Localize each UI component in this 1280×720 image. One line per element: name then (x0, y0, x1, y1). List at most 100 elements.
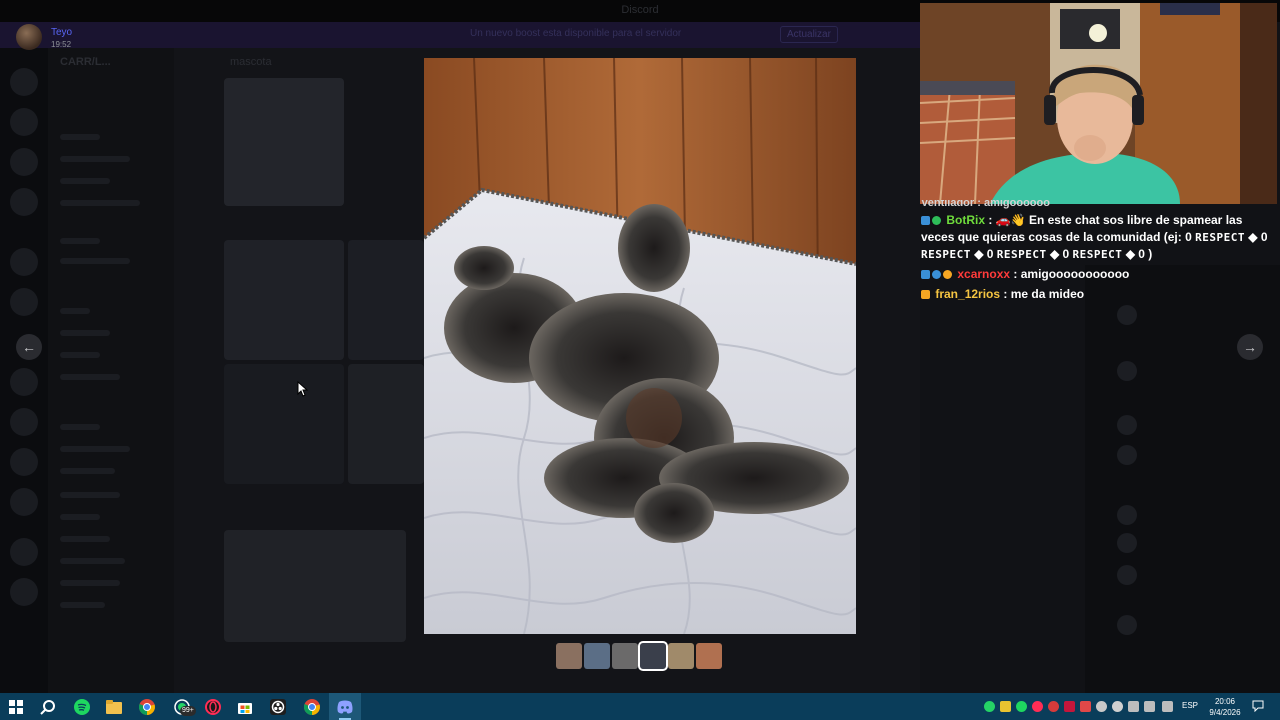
volume-tray-icon[interactable] (1144, 701, 1155, 712)
emote-icon: 🚗 (995, 213, 1011, 227)
member-avatar (1117, 415, 1137, 435)
settings-tray-icon[interactable] (1096, 701, 1107, 712)
store-app[interactable] (229, 693, 261, 720)
channel-item (60, 514, 100, 520)
avatar[interactable] (16, 24, 42, 50)
verified-badge-icon (932, 216, 941, 225)
channel-item (60, 492, 120, 498)
server-icon (10, 488, 38, 516)
network-tray-icon[interactable] (1128, 701, 1139, 712)
server-icon (10, 448, 38, 476)
member-avatar (1117, 533, 1137, 553)
input-language[interactable]: ESP (1182, 701, 1198, 710)
spotify-icon (74, 698, 90, 715)
chat-message: fran_12rios : me da mideo (921, 286, 1273, 303)
member-avatar (1117, 445, 1137, 465)
shield-tray-icon[interactable] (1000, 701, 1011, 712)
server-icon (10, 368, 38, 396)
app-tray-icon[interactable] (1064, 701, 1075, 712)
channel-item (60, 156, 130, 162)
clock[interactable]: 20:06 9/4/2026 (1206, 696, 1244, 718)
discord-app[interactable] (329, 693, 361, 720)
channel-item (60, 580, 120, 586)
member-avatar (1117, 305, 1137, 325)
spotify-tray-icon[interactable] (1016, 701, 1027, 712)
app-tray-icon[interactable] (1080, 701, 1091, 712)
thumbnail-1[interactable] (556, 643, 582, 669)
chrome-profile-app[interactable] (296, 693, 328, 720)
member-list (1085, 265, 1280, 693)
previous-image-button[interactable]: ← (16, 334, 42, 360)
respect-emote: RESPECT (1195, 231, 1245, 244)
thumbnail-4[interactable] (638, 641, 668, 671)
clock-time: 20:06 (1214, 697, 1236, 706)
server-rail (0, 48, 48, 693)
server-icon (10, 408, 38, 436)
steam-tray-icon[interactable] (1112, 701, 1123, 712)
spotify-app[interactable] (66, 693, 98, 720)
chat-message: BotRix : 🚗👋 En este chat sos libre de sp… (921, 213, 1268, 261)
viewed-image[interactable] (424, 58, 856, 634)
obs-app[interactable] (262, 693, 294, 720)
thumbnail-6[interactable] (696, 643, 722, 669)
whatsapp-tray-icon[interactable] (984, 701, 995, 712)
opera-tray-icon[interactable] (1032, 701, 1043, 712)
opera-gx-app[interactable] (197, 693, 229, 720)
channel-item (60, 536, 110, 542)
chat-username: BotRix (946, 213, 986, 227)
server-icon (10, 68, 38, 96)
channel-item (60, 178, 110, 184)
channel-item (60, 200, 140, 206)
boost-banner: Un nuevo boost esta disponible para el s… (0, 22, 920, 48)
attachment-image (348, 364, 424, 484)
attachment-image (348, 240, 424, 360)
next-image-button[interactable]: → (1237, 334, 1263, 360)
moderator-badge-icon (921, 270, 930, 279)
search-icon (40, 699, 55, 715)
channel-item (60, 308, 90, 314)
whatsapp-app[interactable]: 99+ (166, 693, 198, 720)
member-avatar (1117, 615, 1137, 635)
file-explorer-app[interactable] (98, 693, 130, 720)
mouse-cursor-icon (297, 381, 309, 397)
channel-item (60, 602, 105, 608)
channel-title: mascota (230, 56, 272, 68)
boost-banner-text: Un nuevo boost esta disponible para el s… (470, 28, 682, 39)
thumbnail-5[interactable] (668, 643, 694, 669)
server-icon (10, 188, 38, 216)
chrome-app[interactable] (131, 693, 163, 720)
member-avatar (1117, 361, 1137, 381)
boost-banner-button: Actualizar (780, 26, 838, 43)
pen-tray-icon[interactable] (1162, 701, 1173, 712)
channel-item (60, 134, 100, 140)
wave-emoji-icon: 👋 (1010, 213, 1026, 227)
chat-username: fran_12rios (935, 287, 1001, 301)
opera-gx-icon (205, 698, 221, 715)
windows-start-icon (9, 699, 23, 714)
thumbnail-3[interactable] (612, 643, 638, 669)
respect-emote: RESPECT (996, 248, 1047, 261)
store-icon (238, 702, 252, 714)
search-button[interactable] (32, 693, 64, 720)
channel-item (60, 258, 130, 264)
channel-item (60, 468, 115, 474)
author-name[interactable]: Teyo (51, 27, 72, 38)
crown-badge-icon (921, 290, 930, 299)
start-button[interactable] (0, 693, 32, 720)
arrow-right-icon: → (1243, 339, 1257, 355)
channel-item (60, 446, 130, 452)
app-tray-icon[interactable] (1048, 701, 1059, 712)
server-icon (10, 288, 38, 316)
post-timestamp: 19:52 (51, 40, 72, 49)
thumbnail-2[interactable] (584, 643, 610, 669)
chat-message: xcarnoxx : amigooooooooooo (921, 266, 1273, 283)
stream-chat: BotRix : 🚗👋 En este chat sos libre de sp… (921, 212, 1273, 306)
server-icon (10, 108, 38, 136)
whatsapp-unread-badge: 99+ (180, 706, 196, 716)
channel-item (60, 424, 100, 430)
notification-center-icon[interactable] (1252, 700, 1264, 712)
file-explorer-icon (106, 699, 122, 714)
streamer-webcam (920, 3, 1277, 204)
attachment-image (224, 240, 344, 360)
chat-text: amigooooooooooo (1020, 267, 1130, 281)
